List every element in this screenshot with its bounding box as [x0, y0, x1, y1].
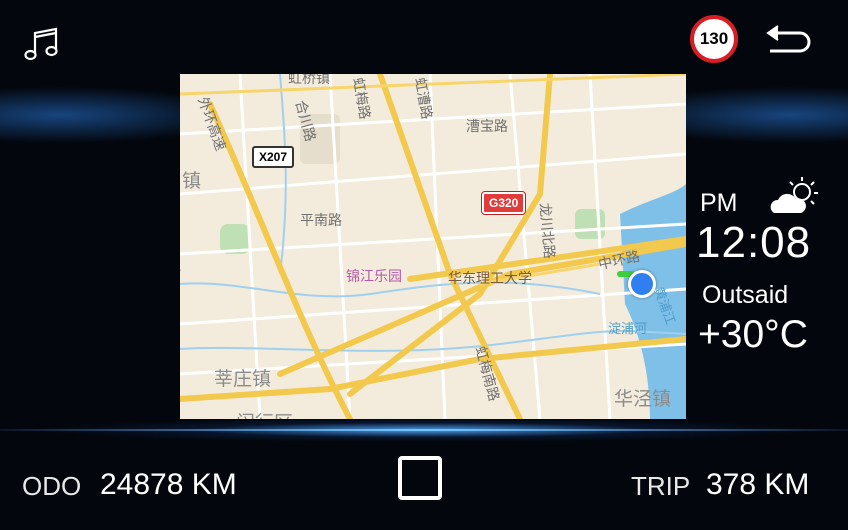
map-label: 虹桥镇 [288, 74, 330, 86]
map-label-water: 淀浦河 [608, 321, 648, 336]
map-label-town: 莘庄镇 [214, 369, 272, 390]
time-period: PM [700, 189, 738, 217]
current-location-marker [628, 270, 656, 298]
trip-label: TRIP [631, 471, 691, 501]
odo-value: 24878 KM [100, 468, 237, 501]
back-arrow-icon [766, 25, 811, 53]
speed-limit-sign: 130 [690, 15, 738, 63]
trip-value: 378 KM [706, 468, 810, 501]
divider-line [0, 429, 848, 431]
clock-time: 12:08 [696, 218, 812, 267]
back-button[interactable] [764, 22, 814, 56]
outside-temperature: +30°C [698, 313, 808, 356]
navigation-map[interactable]: 外环高速 虹桥镇 虹梅路 虹漕路 合川路 漕宝路 平南路 龙川北路 中环路 锦江… [180, 74, 686, 419]
home-button[interactable] [398, 456, 442, 500]
map-label-poi: 华东理工大学 [448, 270, 532, 286]
outside-label: Outsaid [702, 281, 789, 309]
road-shield-g320: G320 [482, 192, 526, 214]
map-label-town: 华泾镇 [614, 389, 672, 410]
map-label: 漕宝路 [466, 118, 508, 134]
map-label-town: 镇 [182, 171, 202, 192]
partly-sunny-icon [768, 175, 820, 219]
map-label-poi: 锦江乐园 [346, 268, 402, 284]
road-shield-x207: X207 [252, 146, 295, 168]
map-label: 平南路 [300, 212, 342, 228]
odo-label: ODO [22, 471, 82, 501]
music-note-icon[interactable] [22, 24, 60, 62]
